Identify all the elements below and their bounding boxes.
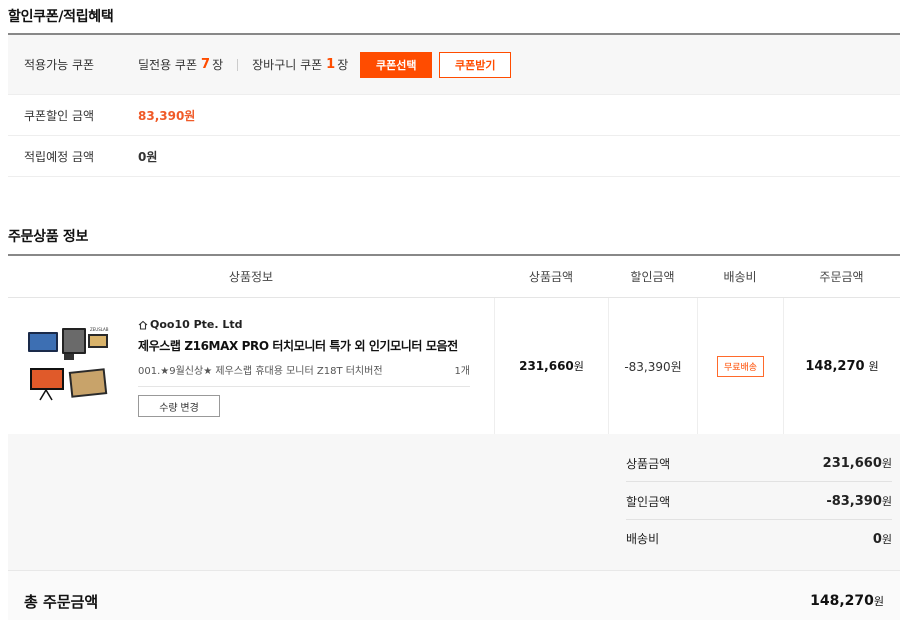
header-shipping: 배송비 [723,270,757,284]
cart-coupon-count: 1 [326,57,336,72]
grand-total-label: 총 주문금액 [24,593,99,611]
order-total: 148,270 원 [805,359,879,374]
header-price: 상품금액 [528,270,574,284]
table-header: 상품정보 상품금액 할인금액 배송비 주문금액 [8,256,900,298]
summary-discount-value: -83,390원 [826,494,892,509]
summary-product-label: 상품금액 [626,456,671,471]
summary-shipping-label: 배송비 [626,532,660,546]
product-price: 231,660원 [519,359,584,373]
coupon-section-title: 할인쿠폰/적립혜택 [8,9,114,25]
product-option-row: 001.★9월신상★ 제우스랩 휴대용 모니터 Z18T 터치버전 1개 [138,362,470,387]
discount-cell: -83,390원 [608,298,697,434]
coupon-discount-label: 쿠폰할인 금액 [24,108,95,123]
deal-coupon-count: 7 [201,57,211,72]
total-cell: 148,270 원 [783,298,900,434]
header-discount: 할인금액 [630,270,675,284]
shipping-cell: 무료배송 [697,298,783,434]
product-info-cell: ZEUSLAB Qoo10 Pte. Ltd 제우스랩 Z16MAX PRO 터… [8,298,494,434]
available-coupon-label: 적용가능 쿠폰 [24,58,95,72]
grand-total-bar: 총 주문금액 148,270원 [8,570,900,620]
summary-product-row: 상품금액 231,660원 [626,445,892,482]
product-discount: -83,390원 [624,359,682,374]
product-name[interactable]: 제우스랩 Z16MAX PRO 터치모니터 특가 외 인기모니터 모음전 [138,337,470,354]
table-row: ZEUSLAB Qoo10 Pte. Ltd 제우스랩 Z16MAX PRO 터… [8,298,900,435]
points-amount: 0원 [138,149,158,164]
summary-shipping-value: 0원 [872,531,892,547]
deal-coupon-label: 딜전용 쿠폰 [138,58,198,72]
free-shipping-badge: 무료배송 [716,355,765,377]
points-row: 적립예정 금액 0원 [8,136,900,177]
coupon-discount-row: 쿠폰할인 금액 83,390원 [8,95,900,136]
divider [237,58,239,71]
header-info: 상품정보 [228,270,274,284]
points-label: 적립예정 금액 [24,149,95,164]
home-icon [138,320,148,330]
coupon-panel: 적용가능 쿠폰 딜전용 쿠폰 7 장 장바구니 쿠폰 1 장 쿠폰선택 쿠폰받기… [8,33,900,177]
svg-text:ZEUSLAB: ZEUSLAB [90,327,109,332]
price-cell: 231,660원 [494,298,608,434]
deal-coupon-unit: 장 [212,58,224,72]
order-summary: 상품금액 231,660원 할인금액 -83,390원 배송비 0원 [8,434,900,570]
order-section-title: 주문상품 정보 [8,229,89,245]
seller-name[interactable]: Qoo10 Pte. Ltd [138,318,470,331]
available-coupon-row: 적용가능 쿠폰 딜전용 쿠폰 7 장 장바구니 쿠폰 1 장 쿠폰선택 쿠폰받기 [8,35,900,95]
seller-label: Qoo10 Pte. Ltd [150,318,243,331]
select-coupon-button[interactable]: 쿠폰선택 [360,51,433,78]
coupon-discount-amount: 83,390원 [138,108,196,123]
summary-discount-label: 할인금액 [626,494,671,509]
header-total: 주문금액 [819,270,864,284]
product-thumbnail[interactable]: ZEUSLAB [24,324,112,408]
product-option: 001.★9월신상★ 제우스랩 휴대용 모니터 Z18T 터치버전 [138,366,383,377]
change-quantity-button[interactable]: 수량 변경 [138,395,220,417]
summary-product-value: 231,660원 [822,456,892,471]
summary-discount-row: 할인금액 -83,390원 [626,483,892,520]
product-quantity: 1개 [454,366,470,377]
receive-coupon-button[interactable]: 쿠폰받기 [439,51,512,78]
cart-coupon-unit: 장 [337,58,349,72]
order-table: 상품정보 상품금액 할인금액 배송비 주문금액 ZEUSLAB Qoo10 Pt… [8,254,900,435]
coupon-counts: 딜전용 쿠폰 7 장 장바구니 쿠폰 1 장 쿠폰선택 쿠폰받기 [138,51,512,78]
grand-total-value: 148,270원 [810,593,884,609]
cart-coupon-label: 장바구니 쿠폰 [252,58,323,72]
summary-shipping-row: 배송비 0원 [626,520,892,557]
